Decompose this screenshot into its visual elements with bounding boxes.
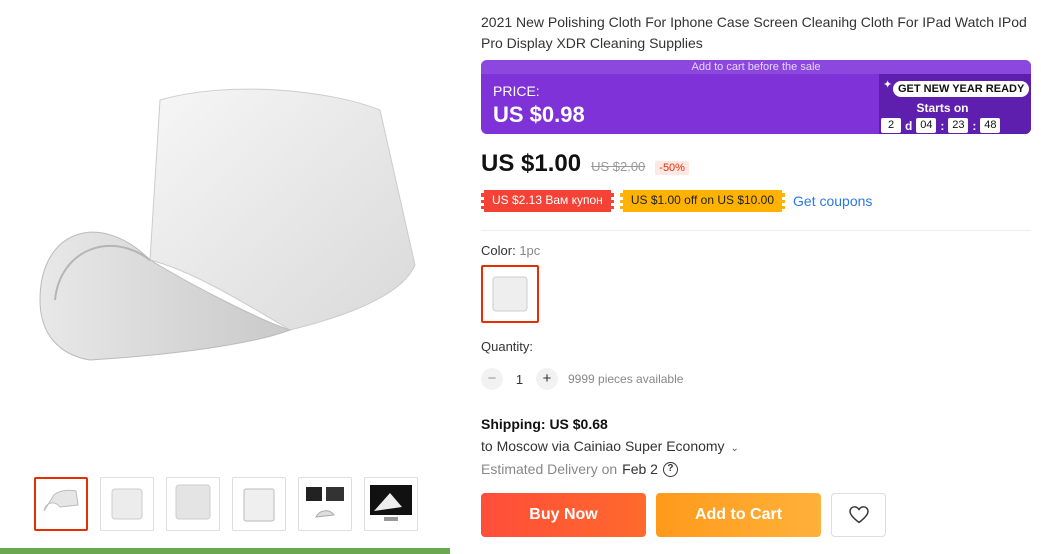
sale-price-value: US $0.98: [493, 102, 585, 127]
purchase-actions: Buy Now Add to Cart: [481, 493, 1031, 537]
monitor-thumb-icon: [370, 485, 412, 521]
thumbnail-3[interactable]: [166, 477, 220, 531]
countdown-hours: 04: [916, 118, 937, 133]
quantity-input[interactable]: 1: [503, 372, 536, 387]
sale-price-label: PRICE:: [493, 83, 540, 99]
sale-banner-note: Add to cart before the sale: [481, 60, 1031, 74]
countdown-separator: :: [940, 118, 945, 133]
get-coupons-link[interactable]: Get coupons: [793, 193, 872, 209]
heart-icon: [848, 506, 869, 524]
shipping-destination-text: to Moscow via Cainiao Super Economy: [481, 438, 725, 454]
devices-thumb-icon: [306, 487, 344, 518]
shipping-label: Shipping:: [481, 416, 546, 432]
cloth-thumb-icon: [111, 488, 143, 520]
color-label: Color: 1pc: [481, 243, 1031, 258]
thumbnail-strip: [34, 477, 418, 531]
thumbnail-6[interactable]: [364, 477, 418, 531]
color-label-text: Color:: [481, 243, 516, 258]
thumbnail-1[interactable]: [34, 477, 88, 531]
wishlist-button[interactable]: [831, 493, 886, 537]
cloth-thumb-icon: [175, 484, 211, 520]
bottom-banner-strip: [0, 548, 450, 554]
original-price: US $2.00: [591, 159, 646, 174]
shipping-destination[interactable]: to Moscow via Cainiao Super Economy ⌄: [481, 438, 1031, 454]
coupon-row: US $2.13 Вам купон US $1.00 off on US $1…: [481, 190, 1031, 212]
countdown-minutes: 23: [948, 118, 969, 133]
estimated-delivery: Estimated Delivery on Feb 2 ?: [481, 461, 1031, 477]
quantity-stepper: − 1 + 9999 pieces available: [481, 368, 1031, 390]
shipping-cost: US $0.68: [549, 416, 608, 432]
buy-now-button[interactable]: Buy Now: [481, 493, 646, 537]
countdown-separator: :: [972, 118, 977, 133]
sale-countdown-panel: ✦ GET NEW YEAR READY Starts on 2 d 04 : …: [879, 74, 1031, 134]
price-row: US $1.00 US $2.00 -50%: [481, 150, 1031, 178]
countdown-seconds: 48: [980, 118, 1001, 133]
current-price: US $1.00: [481, 150, 582, 177]
thumbnail-5[interactable]: [298, 477, 352, 531]
thumbnail-2[interactable]: [100, 477, 154, 531]
sale-starts-label: Starts on: [916, 101, 969, 115]
countdown-day-unit: d: [905, 118, 913, 133]
estimated-delivery-label: Estimated Delivery on: [481, 461, 618, 477]
product-main-image[interactable]: [0, 0, 460, 465]
section-divider: [481, 230, 1031, 231]
add-to-cart-button[interactable]: Add to Cart: [656, 493, 821, 537]
quantity-label: Quantity:: [481, 339, 534, 354]
question-circle-icon[interactable]: ?: [662, 461, 678, 477]
discount-badge: -50%: [655, 161, 689, 175]
countdown-days: 2: [881, 118, 901, 133]
color-selected-value: 1pc: [519, 243, 541, 258]
sale-banner[interactable]: Add to cart before the sale PRICE: US $0…: [481, 60, 1031, 134]
product-info: 2021 New Polishing Cloth For Iphone Case…: [481, 0, 1031, 537]
sparkle-icon: ✦: [883, 79, 893, 91]
quantity-increase-button[interactable]: +: [536, 368, 558, 390]
cloth-thumb-icon: [43, 489, 79, 512]
estimated-delivery-date: Feb 2: [622, 461, 658, 477]
color-option-1pc[interactable]: [481, 265, 539, 323]
quantity-available: 9999 pieces available: [568, 372, 684, 386]
store-coupon[interactable]: US $2.13 Вам купон: [481, 190, 614, 212]
polishing-cloth-illustration: [39, 88, 416, 361]
new-year-badge: GET NEW YEAR READY: [893, 81, 1030, 97]
shipping-price: Shipping: US $0.68: [481, 416, 1031, 432]
thumbnail-4[interactable]: [232, 477, 286, 531]
select-coupon[interactable]: US $1.00 off on US $10.00: [619, 190, 786, 212]
cloth-thumb-icon: [243, 488, 275, 522]
sale-countdown: 2 d 04 : 23 : 48: [879, 118, 1001, 133]
chevron-down-icon: ⌄: [730, 443, 739, 454]
cloth-swatch-icon: [492, 276, 528, 312]
quantity-decrease-button[interactable]: −: [481, 368, 503, 390]
product-title: 2021 New Polishing Cloth For Iphone Case…: [481, 14, 1027, 51]
